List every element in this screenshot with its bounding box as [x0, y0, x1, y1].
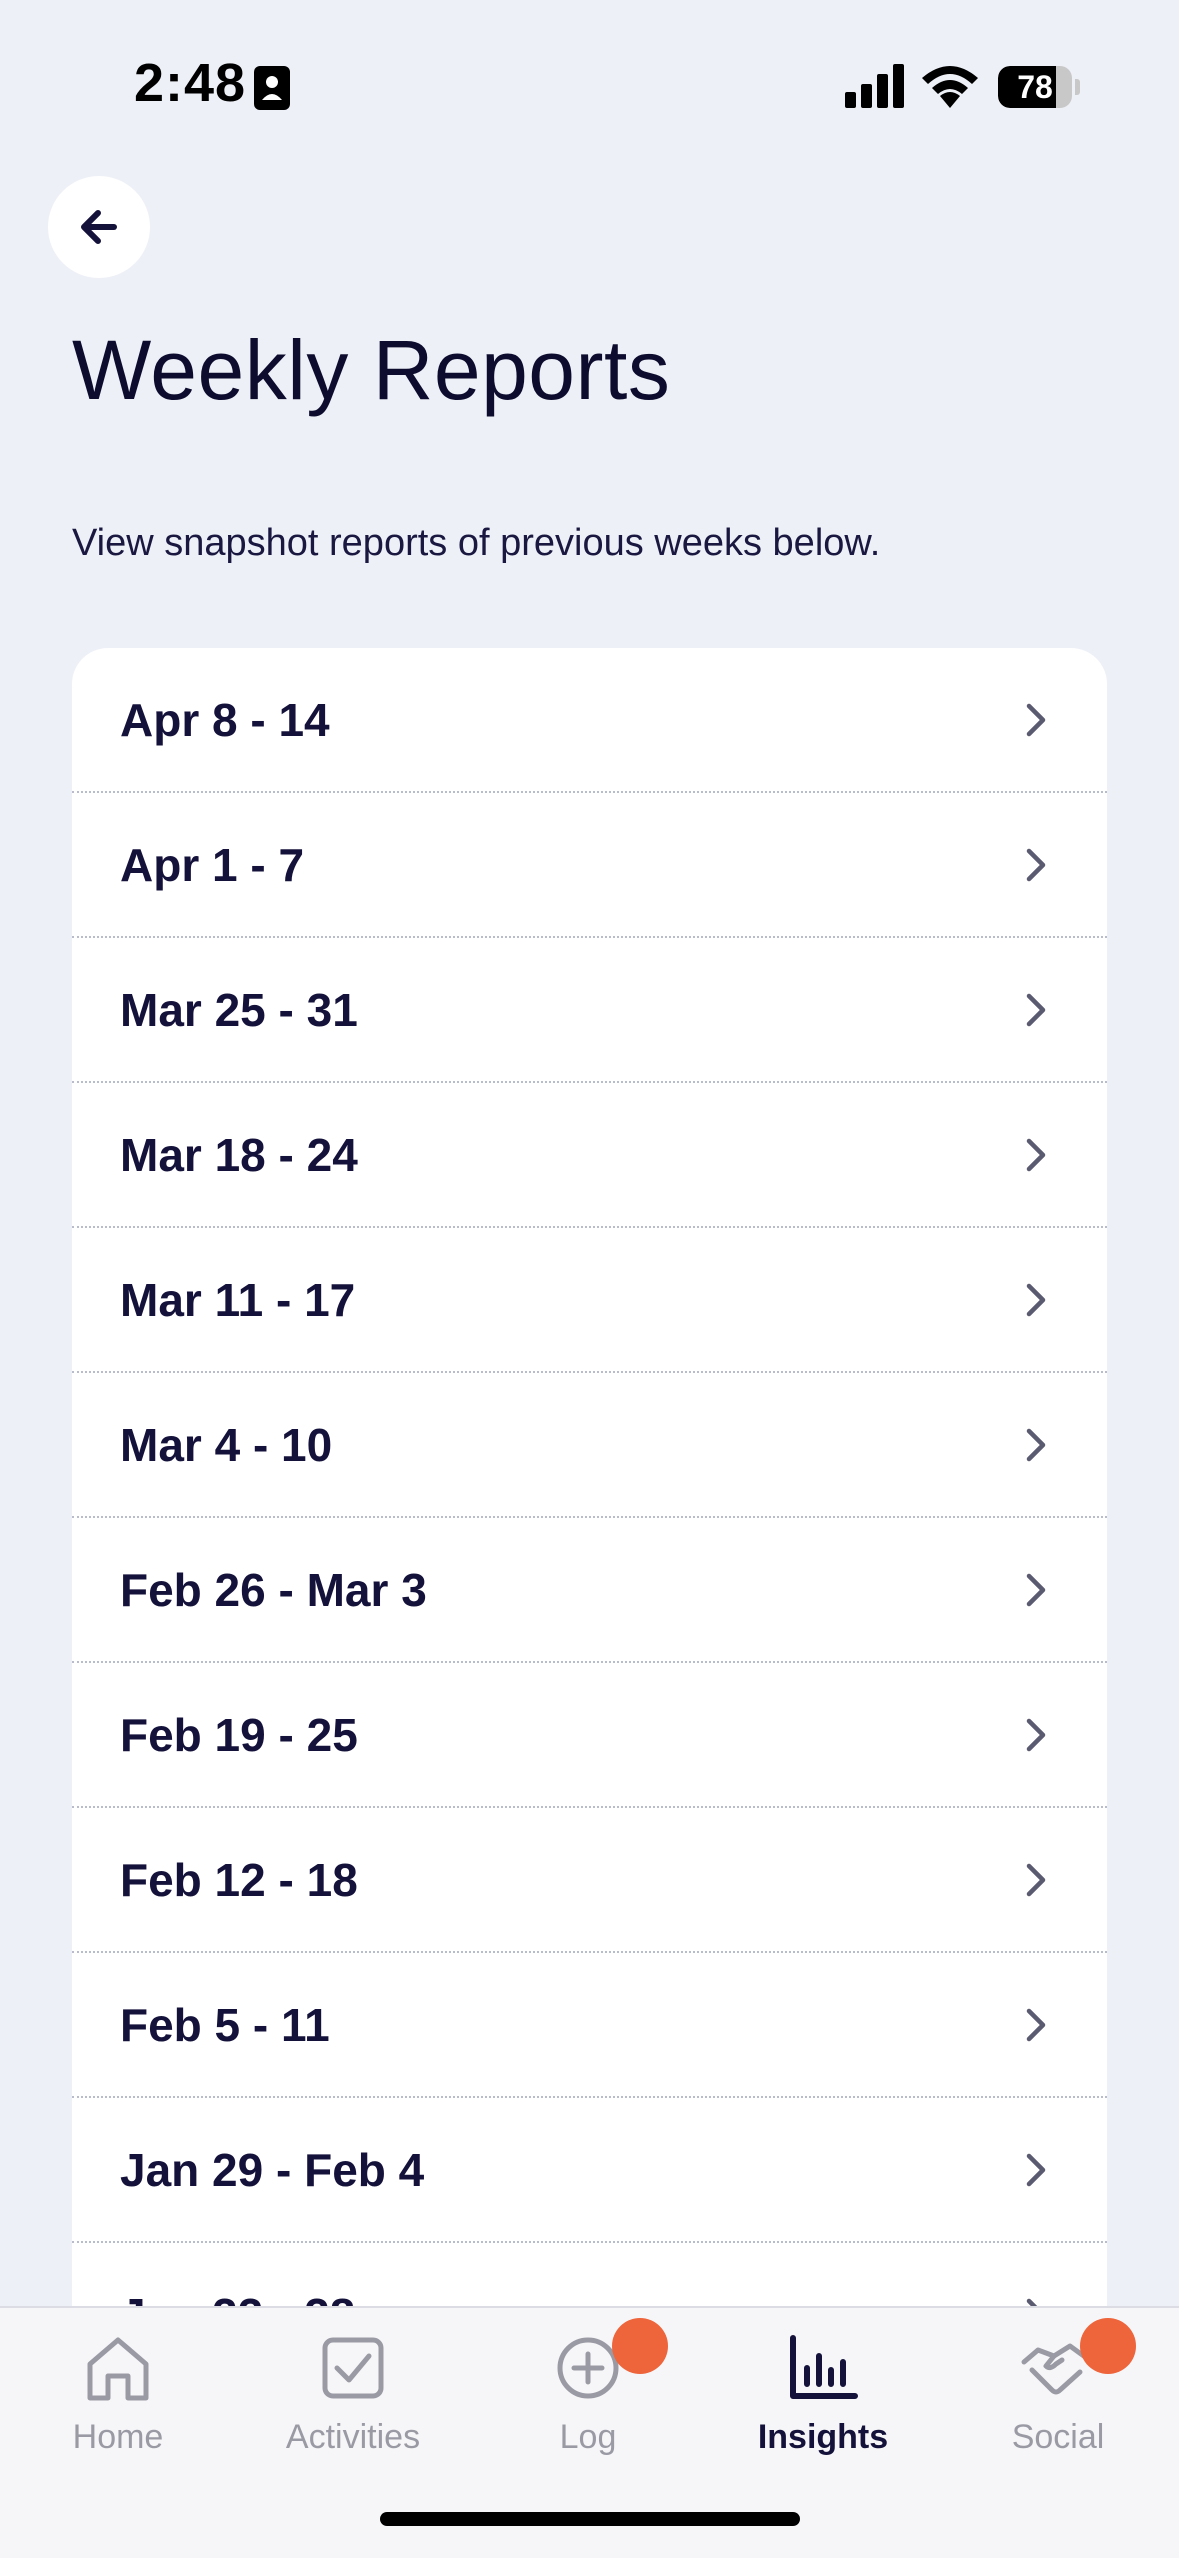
report-date-range: Feb 19 - 25 [120, 1708, 358, 1761]
home-icon [87, 2337, 149, 2401]
cellular-signal-icon [845, 64, 904, 108]
contact-card-icon [254, 66, 290, 110]
chevron-right-icon [1026, 993, 1046, 1026]
report-date-range: Apr 1 - 7 [120, 838, 305, 891]
report-row[interactable]: Feb 26 - Mar 3 [72, 1518, 1107, 1663]
chevron-right-icon [1026, 1428, 1046, 1461]
status-bar: 2:48 78 [0, 0, 1179, 160]
wifi-icon [922, 66, 978, 108]
page-subtitle: View snapshot reports of previous weeks … [72, 522, 881, 564]
chevron-right-icon [1026, 2008, 1046, 2041]
report-date-range: Mar 11 - 17 [120, 1273, 356, 1326]
tab-label-log: Log [559, 2418, 617, 2456]
report-row[interactable]: Apr 1 - 7 [72, 793, 1107, 938]
chevron-right-icon [1026, 1718, 1046, 1751]
report-row[interactable]: Feb 19 - 25 [72, 1663, 1107, 1808]
report-row[interactable]: Apr 8 - 14 [72, 648, 1107, 793]
chevron-right-icon [1026, 2153, 1046, 2186]
chevron-right-icon [1026, 703, 1046, 736]
page-title: Weekly Reports [72, 323, 671, 417]
log-notification-badge [612, 2318, 668, 2374]
tab-label-insights: Insights [757, 2418, 889, 2456]
tab-label-activities: Activities [285, 2418, 421, 2456]
social-notification-badge [1080, 2318, 1136, 2374]
tab-activities[interactable]: Activities [253, 2308, 453, 2488]
battery-percentage: 78 [1017, 69, 1053, 105]
report-date-range: Feb 5 - 11 [120, 1998, 330, 2051]
arrow-left-icon [81, 210, 117, 244]
chevron-right-icon [1026, 1283, 1046, 1316]
chevron-right-icon [1026, 848, 1046, 881]
report-date-range: Mar 25 - 31 [120, 983, 358, 1036]
report-date-range: Jan 29 - Feb 4 [120, 2143, 425, 2196]
tab-home[interactable]: Home [18, 2308, 218, 2488]
tab-label-social: Social [1011, 2418, 1105, 2456]
report-row[interactable]: Mar 11 - 17 [72, 1228, 1107, 1373]
tab-label-home: Home [72, 2418, 164, 2456]
report-row[interactable]: Mar 18 - 24 [72, 1083, 1107, 1228]
status-time: 2:48 [134, 53, 247, 113]
weekly-report-list: Apr 8 - 14 Apr 1 - 7 Mar 25 - 31 Mar 18 - 2… [72, 648, 1107, 2308]
report-row[interactable]: Mar 25 - 31 [72, 938, 1107, 1083]
home-indicator[interactable] [380, 2512, 800, 2526]
tab-log[interactable]: Log [488, 2308, 688, 2488]
tab-insights[interactable]: Insights [723, 2308, 923, 2488]
report-row[interactable]: Feb 12 - 18 [72, 1808, 1107, 1953]
chevron-right-icon [1026, 1863, 1046, 1896]
tab-social[interactable]: Social [958, 2308, 1158, 2488]
report-date-range: Feb 12 - 18 [120, 1853, 358, 1906]
bar-chart-icon [790, 2335, 858, 2399]
report-date-range: Apr 8 - 14 [120, 693, 330, 746]
report-date-range: Feb 26 - Mar 3 [120, 1563, 427, 1616]
report-row[interactable]: Jan 29 - Feb 4 [72, 2098, 1107, 2243]
battery-indicator: 78 [998, 66, 1080, 108]
report-row[interactable]: Mar 4 - 10 [72, 1373, 1107, 1518]
chevron-right-icon [1026, 1573, 1046, 1606]
back-button[interactable] [48, 176, 150, 278]
report-row[interactable]: Jan 22 - 28 [72, 2243, 1107, 2308]
chevron-right-icon [1026, 1138, 1046, 1171]
report-date-range: Jan 22 - 28 [120, 2288, 355, 2309]
report-row[interactable]: Feb 5 - 11 [72, 1953, 1107, 2098]
report-date-range: Mar 4 - 10 [120, 1418, 333, 1471]
report-date-range: Mar 18 - 24 [120, 1128, 358, 1181]
checkbox-icon [322, 2337, 384, 2399]
